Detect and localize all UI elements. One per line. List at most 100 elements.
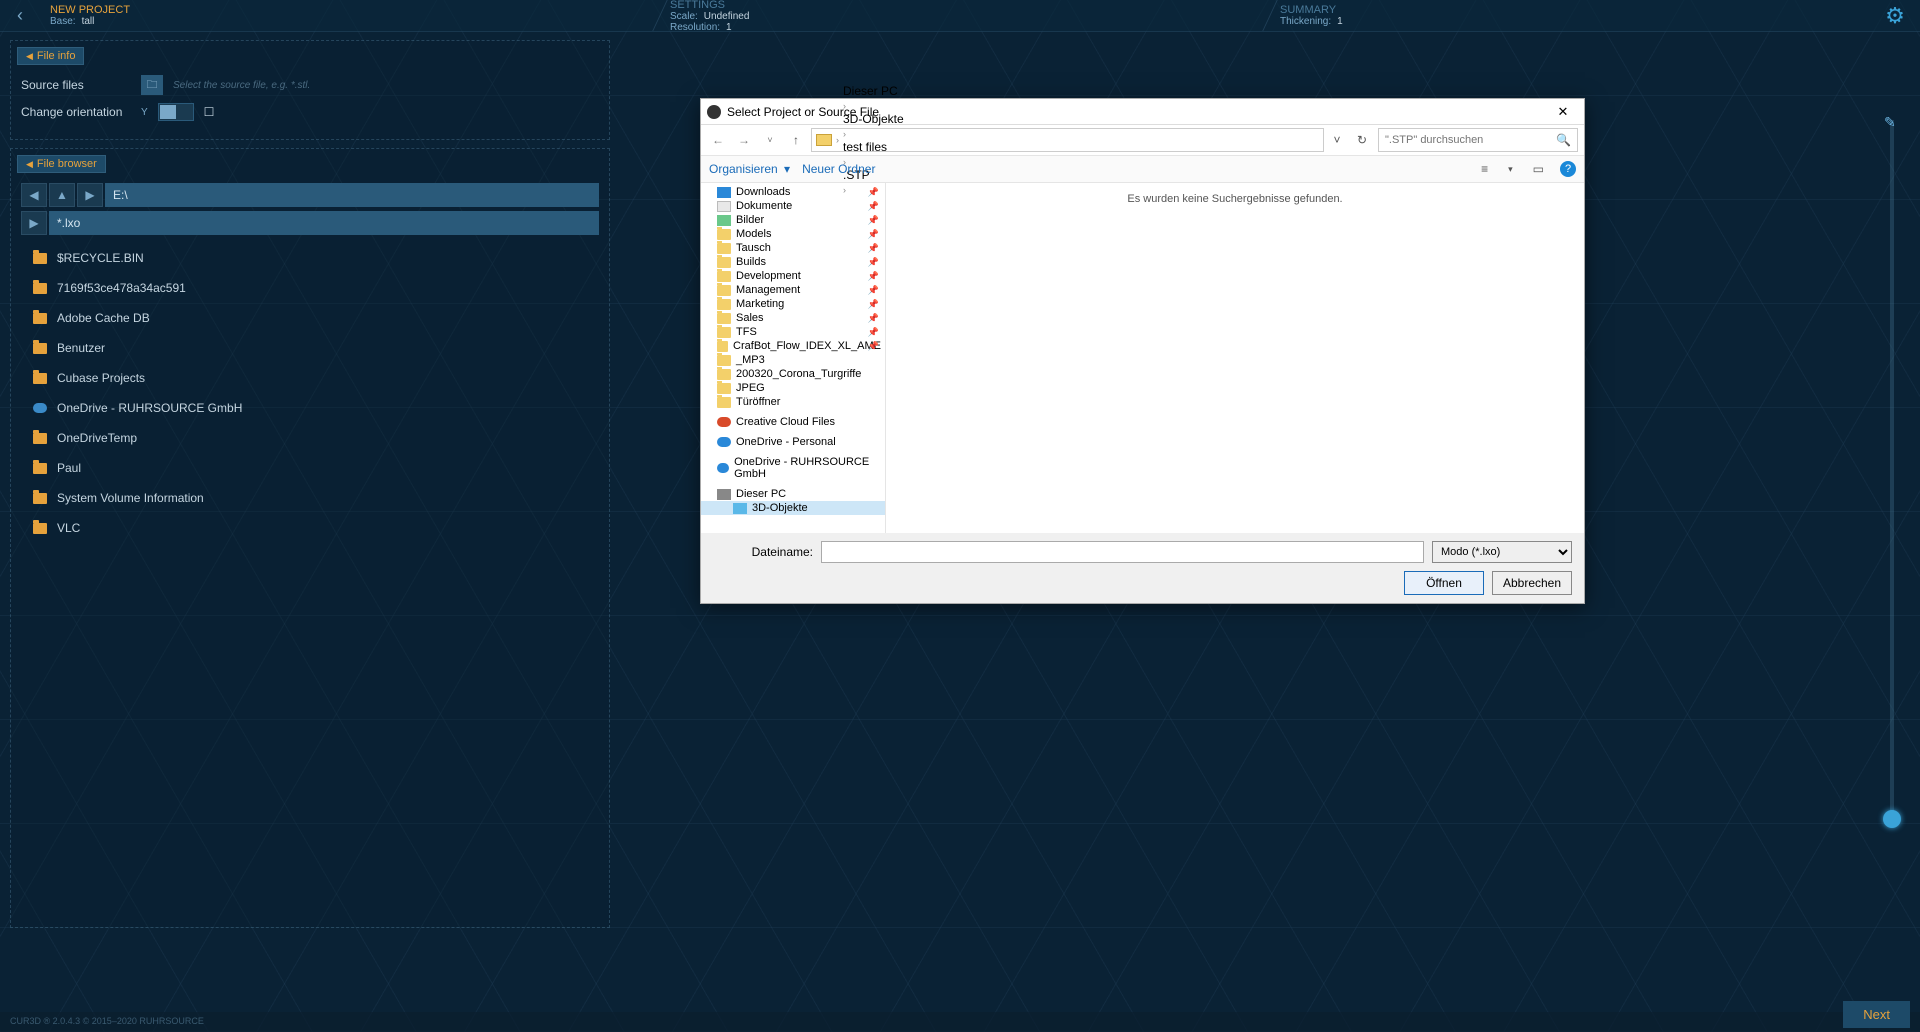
nav-up-icon[interactable]: ↑ <box>785 133 807 147</box>
filter-prefix-button[interactable]: ▶ <box>21 211 47 235</box>
folder-icon <box>717 257 731 268</box>
open-button[interactable]: Öffnen <box>1404 571 1484 595</box>
pic-icon <box>717 215 731 226</box>
tree-item[interactable]: Downloads📌 <box>701 185 885 199</box>
tree-item[interactable]: Builds📌 <box>701 255 885 269</box>
tree-item[interactable]: 3D-Objekte <box>701 501 885 515</box>
brush-icon[interactable]: ✎ <box>1884 114 1900 130</box>
breadcrumb-item[interactable]: test files <box>843 140 904 154</box>
tree-item[interactable]: Bilder📌 <box>701 213 885 227</box>
search-icon[interactable]: 🔍 <box>1556 133 1571 147</box>
chevron-right-icon: › <box>843 101 846 111</box>
chevron-down-icon: ▾ <box>784 162 790 176</box>
list-item[interactable]: OneDrive - RUHRSOURCE GmbH <box>21 393 599 423</box>
list-item[interactable]: System Volume Information <box>21 483 599 513</box>
breadcrumb[interactable]: › Dieser PC › 3D-Objekte › test files › … <box>811 128 1324 152</box>
tree-item[interactable]: Tausch📌 <box>701 241 885 255</box>
search-box[interactable]: 🔍 <box>1378 128 1578 152</box>
file-browser-header: File browser <box>37 158 97 170</box>
nav-back-button[interactable]: ◀ <box>21 183 47 207</box>
tree-item[interactable]: Dieser PC <box>701 487 885 501</box>
filename-input[interactable] <box>821 541 1424 563</box>
new-folder-button[interactable]: Neuer Ordner <box>802 162 875 176</box>
tree-item[interactable]: Marketing📌 <box>701 297 885 311</box>
list-item[interactable]: Paul <box>21 453 599 483</box>
list-item[interactable]: Cubase Projects <box>21 363 599 393</box>
nav-forward-button[interactable]: ▶ <box>77 183 103 207</box>
file-info-panel: ◀ File info Source files 🗀 Select the so… <box>10 40 610 140</box>
folder-icon <box>33 433 47 444</box>
view-mode-icon[interactable]: ≡ <box>1477 160 1492 178</box>
tree-item[interactable]: TFS📌 <box>701 325 885 339</box>
cancel-button[interactable]: Abbrechen <box>1492 571 1572 595</box>
tree-item[interactable]: 200320_Corona_Turgriffe <box>701 367 885 381</box>
nav-up-button[interactable]: ▲ <box>49 183 75 207</box>
tree-item[interactable]: CrafBot_Flow_IDEX_XL_AME📌 <box>701 339 885 353</box>
tree-item[interactable]: Sales 📌 <box>701 311 885 325</box>
breadcrumb-dropdown-icon[interactable]: ˅ <box>1328 133 1346 147</box>
tree-item-label: 200320_Corona_Turgriffe <box>736 368 861 380</box>
folder-icon <box>717 369 731 380</box>
organize-button[interactable]: Organisieren ▾ <box>709 162 790 176</box>
folder-icon <box>33 523 47 534</box>
tree-item[interactable]: Creative Cloud Files <box>701 415 885 429</box>
back-arrow-icon[interactable]: ‹ <box>0 0 40 31</box>
preview-pane-icon[interactable]: ▭ <box>1529 160 1548 178</box>
scale-label: Scale: <box>670 11 698 22</box>
orientation-checkbox-icon[interactable]: ☐ <box>204 105 215 119</box>
breadcrumb-item[interactable]: Dieser PC <box>843 84 904 98</box>
list-item[interactable]: Benutzer <box>21 333 599 363</box>
list-item[interactable]: Adobe Cache DB <box>21 303 599 333</box>
tree-item-label: Sales <box>736 312 764 324</box>
nav-history-dropdown-icon[interactable]: ˅ <box>759 135 781 145</box>
tree-item-label: 3D-Objekte <box>752 502 808 514</box>
file-browser-toggle[interactable]: ◀ File browser <box>17 155 106 173</box>
pin-icon: 📌 <box>868 313 879 324</box>
list-item-label: OneDriveTemp <box>57 431 137 445</box>
gear-icon[interactable]: ⚙ <box>1870 0 1920 31</box>
list-item[interactable]: OneDriveTemp <box>21 423 599 453</box>
path-input[interactable] <box>105 183 599 207</box>
nav-forward-icon[interactable]: → <box>733 133 755 147</box>
pin-icon: 📌 <box>868 299 879 310</box>
search-input[interactable] <box>1385 134 1556 146</box>
nav-back-icon[interactable]: ← <box>707 133 729 147</box>
list-item[interactable]: VLC <box>21 513 599 543</box>
folder-tree[interactable]: Downloads📌Dokumente📌Bilder📌Models📌Tausch… <box>701 183 886 533</box>
breadcrumb-item[interactable]: 3D-Objekte <box>843 112 904 126</box>
cloud-icon <box>717 463 729 473</box>
tree-item[interactable]: Dokumente📌 <box>701 199 885 213</box>
right-slider-track[interactable]: ✎ <box>1890 120 1894 820</box>
tree-item-label: Models <box>736 228 771 240</box>
slider-handle[interactable] <box>1883 810 1901 828</box>
refresh-icon[interactable]: ↻ <box>1350 133 1374 147</box>
tree-item[interactable]: JPEG <box>701 381 885 395</box>
filter-input[interactable] <box>49 211 599 235</box>
tree-item[interactable]: Management📌 <box>701 283 885 297</box>
source-files-label: Source files <box>21 78 131 92</box>
tree-item[interactable]: Development📌 <box>701 269 885 283</box>
file-info-toggle[interactable]: ◀ File info <box>17 47 84 65</box>
chevron-right-icon: › <box>836 135 839 145</box>
next-button[interactable]: Next <box>1843 1001 1910 1028</box>
tree-item-label: Bilder <box>736 214 764 226</box>
filetype-select[interactable]: Modo (*.lxo) <box>1432 541 1572 563</box>
browse-source-button[interactable]: 🗀 <box>141 75 163 95</box>
dialog-titlebar[interactable]: Select Project or Source File ✕ <box>701 99 1584 125</box>
view-dropdown-icon[interactable]: ▾ <box>1504 162 1517 177</box>
pin-icon: 📌 <box>868 229 879 240</box>
app-icon <box>707 105 721 119</box>
close-icon[interactable]: ✕ <box>1548 104 1578 120</box>
folder-icon <box>717 243 731 254</box>
tree-item[interactable]: OneDrive - RUHRSOURCE GmbH <box>701 455 885 481</box>
list-item[interactable]: 7169f53ce478a34ac591 <box>21 273 599 303</box>
help-icon[interactable]: ? <box>1560 161 1576 177</box>
resolution-label: Resolution: <box>670 22 720 33</box>
tree-item[interactable]: Türöffner <box>701 395 885 409</box>
list-item[interactable]: $RECYCLE.BIN <box>21 243 599 273</box>
list-item-label: VLC <box>57 521 80 535</box>
tree-item[interactable]: OneDrive - Personal <box>701 435 885 449</box>
tree-item[interactable]: Models 📌 <box>701 227 885 241</box>
tree-item[interactable]: _MP3 <box>701 353 885 367</box>
orientation-toggle[interactable] <box>158 103 194 121</box>
